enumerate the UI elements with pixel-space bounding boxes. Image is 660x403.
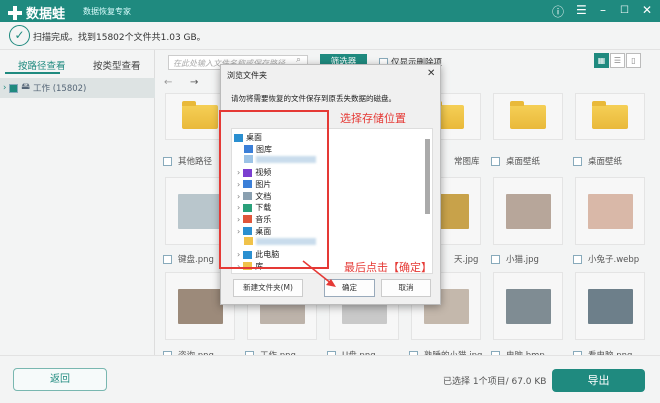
file-item[interactable]: 桌面壁纸	[491, 155, 540, 167]
tree-checkbox[interactable]	[9, 84, 18, 93]
minimize-icon[interactable]: –	[600, 3, 606, 17]
annotation-arrow-icon	[300, 258, 340, 290]
tree-root-label: 工作 (15802)	[33, 82, 86, 94]
annotation-select-location: 选择存储位置	[340, 110, 406, 126]
file-item[interactable]: 桌面壁纸	[573, 155, 622, 167]
file-name: 其他路径	[178, 155, 212, 167]
folder-icon	[182, 105, 218, 129]
dialog-close-icon[interactable]: ✕	[427, 68, 435, 79]
tree-item-root[interactable]: › 🖴 工作 (15802)	[0, 78, 155, 98]
app-logo: 数据蛙	[8, 3, 65, 22]
new-folder-button[interactable]: 新建文件夹(M)	[233, 279, 303, 297]
drive-icon: 🖴	[21, 81, 30, 95]
logo-icon	[8, 6, 22, 20]
tab-by-path[interactable]: 按路径查看	[18, 58, 66, 72]
file-name: 常图库	[454, 155, 480, 167]
file-item[interactable]: 其他路径	[163, 155, 212, 167]
file-tile[interactable]	[493, 177, 563, 245]
file-name: 键盘.png	[178, 253, 214, 265]
thumbnail-image	[588, 194, 633, 229]
file-tile[interactable]	[575, 177, 645, 245]
app-subtitle: 数据恢复专家	[83, 6, 131, 17]
file-tile[interactable]	[575, 93, 645, 140]
highlight-box	[219, 110, 329, 269]
file-checkbox[interactable]	[163, 157, 172, 166]
file-checkbox[interactable]	[491, 255, 500, 264]
selection-status: 已选择 1个项目/ 67.0 KB	[443, 374, 546, 387]
file-item[interactable]: 小兔子.webp	[573, 253, 639, 265]
file-tile[interactable]	[575, 272, 645, 340]
grid-view-icon[interactable]: ▦	[594, 53, 609, 68]
folder-icon	[510, 105, 546, 129]
file-name: 小猫.jpg	[506, 253, 539, 265]
thumbnail-image	[588, 289, 633, 324]
file-name: 桌面壁纸	[588, 155, 622, 167]
app-name: 数据蛙	[26, 3, 65, 22]
scan-status-text: 扫描完成。找到15802个文件共1.03 GB。	[33, 30, 206, 43]
back-button[interactable]: 返回	[13, 368, 107, 391]
tab-by-type[interactable]: 按类型查看	[93, 58, 141, 72]
thumbnail-image	[178, 194, 223, 229]
file-item[interactable]: 键盘.png	[163, 253, 214, 265]
file-checkbox[interactable]	[491, 157, 500, 166]
help-icon[interactable]: ⓘ	[552, 3, 564, 20]
file-checkbox[interactable]	[163, 255, 172, 264]
file-item[interactable]: 小猫.jpg	[491, 253, 539, 265]
menu-icon[interactable]: ☰	[576, 3, 587, 17]
maximize-icon[interactable]: ☐	[620, 5, 629, 16]
thumbnail-image	[506, 194, 551, 229]
list-view-icon[interactable]: ☰	[610, 53, 625, 68]
chevron-right-icon[interactable]: ›	[3, 83, 6, 93]
export-button[interactable]: 导出	[552, 369, 645, 392]
tree-scrollbar[interactable]	[425, 139, 430, 214]
thumbnail-image	[178, 289, 223, 324]
dialog-title: 浏览文件夹	[227, 70, 267, 81]
file-name: 桌面壁纸	[506, 155, 540, 167]
check-icon: ✓	[9, 25, 30, 46]
close-icon[interactable]: ✕	[642, 3, 652, 17]
file-name: 天.jpg	[454, 253, 478, 265]
active-tab-indicator	[5, 72, 60, 74]
back-arrow-icon[interactable]: ←	[164, 77, 172, 88]
detail-view-icon[interactable]: ▯	[626, 53, 641, 68]
file-checkbox[interactable]	[573, 157, 582, 166]
file-tile[interactable]	[493, 93, 563, 140]
cancel-button[interactable]: 取消	[381, 279, 431, 297]
folder-icon	[592, 105, 628, 129]
file-checkbox[interactable]	[573, 255, 582, 264]
file-tile[interactable]	[493, 272, 563, 340]
file-name: 小兔子.webp	[588, 253, 639, 265]
annotation-click-ok: 最后点击【确定】	[344, 259, 432, 275]
thumbnail-image	[506, 289, 551, 324]
dialog-message: 请勿将需要恢复的文件保存到原丢失数据的磁盘。	[231, 93, 396, 104]
title-bar: 数据蛙 数据恢复专家 ⓘ ☰ – ☐ ✕	[0, 0, 660, 22]
forward-arrow-icon[interactable]: →	[190, 77, 198, 88]
